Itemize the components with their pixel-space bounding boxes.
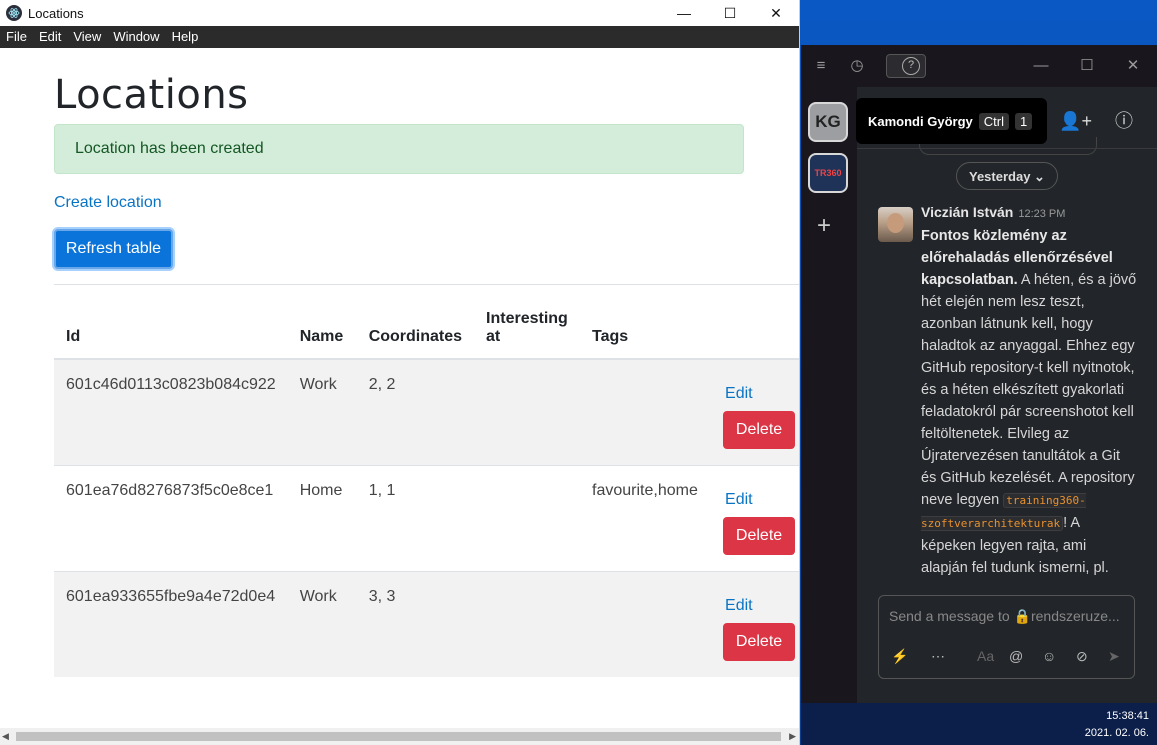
message-body: Fontos közlemény az előrehaladás ellenőr… xyxy=(921,228,1137,576)
window-controls: — ☐ ✕ xyxy=(661,0,799,26)
page-content: Locations Location has been created Crea… xyxy=(0,48,799,728)
cell-name: Home xyxy=(287,464,357,571)
desktop: Locations — ☐ ✕ File Edit View Window He… xyxy=(0,0,1157,745)
locations-app-window: Locations — ☐ ✕ File Edit View Window He… xyxy=(0,0,800,745)
cell-interesting-at xyxy=(474,358,581,465)
message-time: 12:23 PM xyxy=(1018,208,1066,220)
edit-link[interactable]: Edit xyxy=(725,385,799,403)
cell-id: 601ea76d8276873f5c0e8ce1 xyxy=(54,464,288,571)
page-title: Locations xyxy=(54,72,249,118)
history-clock-icon[interactable]: ◷ xyxy=(847,56,867,76)
cell-tags xyxy=(580,570,712,677)
header-tags: Tags xyxy=(580,284,712,360)
minimize-button[interactable]: — xyxy=(661,0,707,26)
search-box[interactable]: ? xyxy=(886,54,926,78)
cell-coordinates: 2, 2 xyxy=(356,358,475,465)
horizontal-scrollbar[interactable]: ◀ ▶ xyxy=(0,728,799,745)
info-icon[interactable]: ⓘ xyxy=(1115,111,1133,131)
menu-file[interactable]: File xyxy=(0,26,33,48)
close-button[interactable]: ✕ xyxy=(753,0,799,26)
shortcuts-lightning-icon[interactable]: ⚡ xyxy=(891,648,908,665)
formatting-icon[interactable]: Aa xyxy=(977,648,994,664)
message-input[interactable]: Send a message to 🔒rendszeruze... xyxy=(889,608,1120,625)
workspace-tooltip: Kamondi György Ctrl 1 xyxy=(856,98,1047,144)
composer-toolbar: ⚡ ⋯ Aa @ ☺ ⊘ ➤ xyxy=(879,648,1136,668)
chat-top-bar: ≡ ◷ ? — ☐ ✕ xyxy=(801,45,1157,87)
table-row: 601ea933655fbe9a4e72d0e4 Work 3, 3 Edit … xyxy=(54,570,799,677)
locations-table: Id Name Coordinates Interesting at Tags 6… xyxy=(54,284,799,677)
emoji-icon[interactable]: ☺ xyxy=(1042,648,1056,664)
header-divider xyxy=(857,148,1157,149)
cell-tags xyxy=(580,358,712,465)
slack-chat-window: ≡ ◷ ? — ☐ ✕ KG TR360 + 👤+ ⓘ Kamondi Györ… xyxy=(801,45,1157,703)
more-options-icon[interactable]: ⋯ xyxy=(931,648,945,665)
taskbar-clock[interactable]: 15:38:41 2021. 02. 06. xyxy=(1085,708,1149,742)
success-alert: Location has been created xyxy=(54,124,744,174)
delete-button[interactable]: Delete xyxy=(723,516,796,555)
date-divider-yesterday[interactable]: Yesterday ⌄ xyxy=(956,162,1058,190)
avatar[interactable] xyxy=(878,207,913,242)
taskbar: 15:38:41 2021. 02. 06. xyxy=(801,703,1157,745)
tooltip-name: Kamondi György xyxy=(868,113,973,129)
cell-id: 601c46d0113c0823b084c922 xyxy=(54,358,288,465)
cell-interesting-at xyxy=(474,464,581,571)
menu-bar: File Edit View Window Help xyxy=(0,26,799,48)
maximize-button[interactable]: ☐ xyxy=(707,0,753,26)
help-icon[interactable]: ? xyxy=(902,57,920,75)
menu-view[interactable]: View xyxy=(67,26,107,48)
table-row: 601c46d0113c0823b084c922 Work 2, 2 Edit … xyxy=(54,358,799,465)
message-composer[interactable]: Send a message to 🔒rendszeruze... ⚡ ⋯ Aa… xyxy=(878,595,1135,679)
menu-edit[interactable]: Edit xyxy=(33,26,67,48)
tooltip-key-1: 1 xyxy=(1014,112,1033,130)
cell-tags: favourite,home xyxy=(580,464,712,571)
attachment-icon[interactable]: ⊘ xyxy=(1076,648,1088,665)
sidebar-toggle-icon[interactable]: ≡ xyxy=(811,56,831,76)
scroll-right-arrow-icon[interactable]: ▶ xyxy=(789,731,796,742)
header-name: Name xyxy=(287,284,357,360)
delete-button[interactable]: Delete xyxy=(723,410,796,449)
message-sender[interactable]: Viczián István 12:23 PM xyxy=(921,204,1065,220)
scroll-left-arrow-icon[interactable]: ◀ xyxy=(2,731,9,742)
header-id: Id xyxy=(54,284,288,360)
cell-actions: Edit Delete xyxy=(711,570,799,677)
window-minimize-icon[interactable]: — xyxy=(1031,56,1051,76)
send-icon[interactable]: ➤ xyxy=(1108,648,1120,665)
cell-id: 601ea933655fbe9a4e72d0e4 xyxy=(54,570,288,677)
edit-link[interactable]: Edit xyxy=(725,491,799,509)
table-header-row: Id Name Coordinates Interesting at Tags xyxy=(54,284,799,360)
cell-coordinates: 1, 1 xyxy=(356,464,475,571)
header-actions xyxy=(711,284,799,360)
cell-actions: Edit Delete xyxy=(711,358,799,465)
workspace-tr360[interactable]: TR360 xyxy=(808,153,848,193)
mention-icon[interactable]: @ xyxy=(1009,648,1023,664)
table-row: 601ea76d8276873f5c0e8ce1 Home 1, 1 favou… xyxy=(54,464,799,571)
refresh-table-button[interactable]: Refresh table xyxy=(54,229,173,269)
create-location-link[interactable]: Create location xyxy=(54,194,162,212)
cell-coordinates: 3, 3 xyxy=(356,570,475,677)
tooltip-key-ctrl: Ctrl xyxy=(978,112,1009,130)
clock-date: 2021. 02. 06. xyxy=(1084,727,1149,739)
edit-link[interactable]: Edit xyxy=(725,597,799,615)
cell-actions: Edit Delete xyxy=(711,464,799,571)
clock-time: 15:38:41 xyxy=(1106,710,1149,722)
add-member-icon[interactable]: 👤+ xyxy=(1059,111,1092,131)
menu-help[interactable]: Help xyxy=(166,26,205,48)
cell-name: Work xyxy=(287,358,357,465)
window-title: Locations xyxy=(28,5,84,21)
channel-header-icons: 👤+ ⓘ xyxy=(1041,107,1133,133)
add-workspace-icon[interactable]: + xyxy=(817,212,831,240)
menu-window[interactable]: Window xyxy=(107,26,165,48)
header-coordinates: Coordinates xyxy=(356,284,475,360)
workspace-kg[interactable]: KG xyxy=(808,102,848,142)
delete-button[interactable]: Delete xyxy=(723,622,796,661)
header-interesting-at: Interesting at xyxy=(474,284,581,360)
scrollbar-thumb[interactable] xyxy=(16,732,781,741)
cell-name: Work xyxy=(287,570,357,677)
window-close-icon[interactable]: ✕ xyxy=(1123,56,1143,76)
workspace-sidebar: KG TR360 + xyxy=(801,87,857,703)
title-bar: Locations — ☐ ✕ xyxy=(0,0,799,26)
window-maximize-icon[interactable]: ☐ xyxy=(1077,56,1097,76)
electron-app-icon xyxy=(6,5,22,21)
cell-interesting-at xyxy=(474,570,581,677)
